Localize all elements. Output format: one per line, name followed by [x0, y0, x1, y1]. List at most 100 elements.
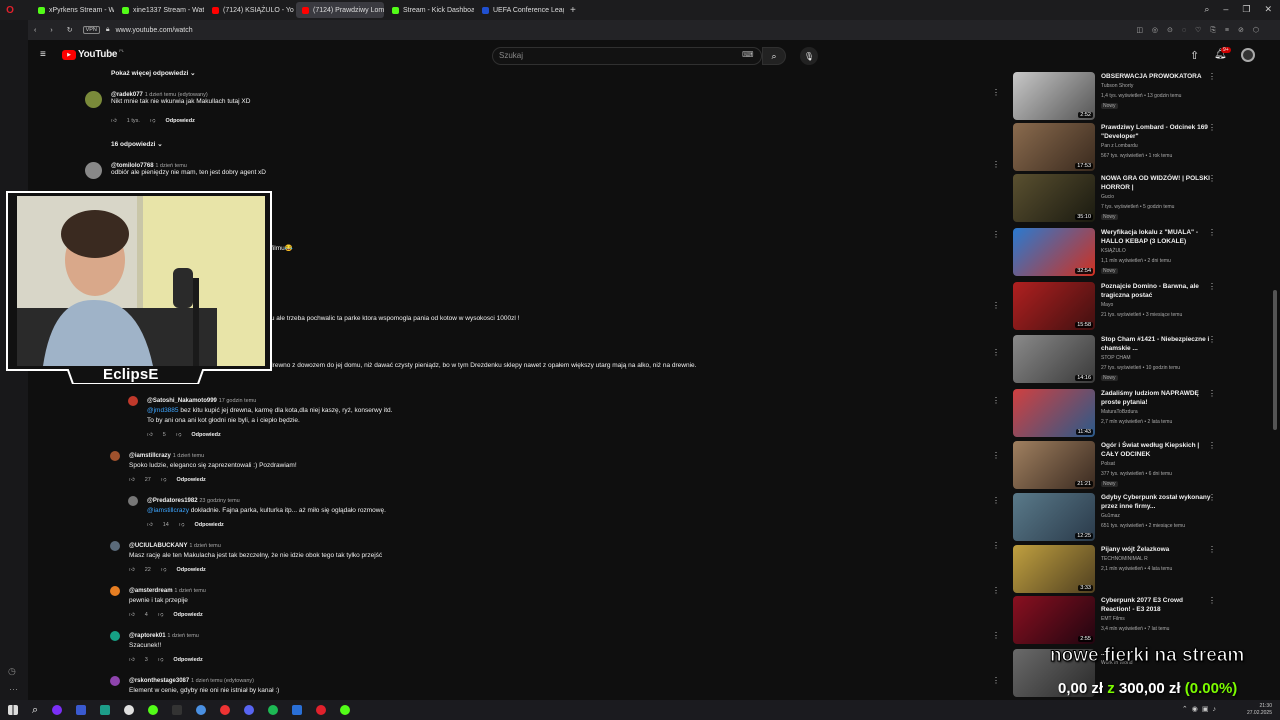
- browser-tab[interactable]: UEFA Conference League: [476, 2, 564, 18]
- more-options-icon[interactable]: ⋮: [992, 451, 1000, 460]
- channel-name[interactable]: Gu1maz: [1101, 513, 1120, 519]
- taskbar-app-icon[interactable]: [220, 705, 231, 715]
- system-tray-icons[interactable]: ⌃◉▣♪: [1182, 705, 1220, 713]
- opera-logo-icon[interactable]: O: [0, 5, 20, 16]
- avatar[interactable]: [85, 162, 102, 179]
- scrollbar-thumb[interactable]: [1273, 290, 1277, 430]
- more-options-icon[interactable]: ⋮: [992, 230, 1000, 239]
- more-options-icon[interactable]: ⋮: [1208, 545, 1216, 554]
- video-thumbnail[interactable]: 35:10: [1013, 174, 1095, 222]
- dislike-icon[interactable]: 👎︎: [161, 567, 167, 573]
- video-thumbnail[interactable]: 32:54: [1013, 228, 1095, 276]
- history-icon[interactable]: ◷: [8, 666, 16, 677]
- more-options-icon[interactable]: ⋮: [992, 301, 1000, 310]
- address-bar-extensions[interactable]: ◫◎⊙◌♡⎘≡⊘⬡: [1136, 26, 1268, 35]
- voice-search-button[interactable]: 🎙︎: [800, 47, 818, 65]
- like-icon[interactable]: 👍︎: [147, 522, 153, 528]
- channel-name[interactable]: KSIĄŻULO: [1101, 248, 1126, 254]
- recommended-video[interactable]: 2:55 Cyberpunk 2077 E3 Crowd Reaction! - …: [1010, 596, 1260, 646]
- avatar[interactable]: [110, 451, 120, 461]
- recommended-video[interactable]: 21:21 Ogór i Świat według Kiepskich | CAŁ…: [1010, 441, 1260, 491]
- video-thumbnail[interactable]: 2:52: [1013, 72, 1095, 120]
- comment-time[interactable]: 23 godziny temu: [199, 498, 239, 504]
- youtube-logo[interactable]: ▶ YouTube PL: [62, 48, 124, 60]
- like-icon[interactable]: 👍︎: [111, 118, 117, 124]
- video-thumbnail[interactable]: 15:58: [1013, 282, 1095, 330]
- browser-tab[interactable]: (7124) KSIĄŻULO - YouTu: [206, 2, 294, 18]
- reply-button[interactable]: Odpowiedz: [176, 567, 205, 573]
- windows-start-icon[interactable]: [8, 705, 18, 715]
- more-options-icon[interactable]: ⋮: [992, 631, 1000, 640]
- video-thumbnail[interactable]: 3:33: [1013, 545, 1095, 593]
- recommended-video[interactable]: 32:54 Weryfikacja lokalu z "MUALA" - HALL…: [1010, 228, 1260, 278]
- video-title[interactable]: OBSERWACJA PROWOKATORA: [1101, 72, 1213, 81]
- channel-name[interactable]: TECHNOMINIMAL R: [1101, 556, 1148, 562]
- new-tab-icon[interactable]: +: [570, 5, 576, 16]
- comment-author[interactable]: @Predatores1982: [147, 498, 198, 504]
- taskbar-app-icon[interactable]: [76, 705, 87, 715]
- search-tabs-icon[interactable]: ⌕: [1204, 4, 1209, 15]
- more-options-icon[interactable]: ⋮: [1208, 335, 1216, 344]
- like-icon[interactable]: 👍︎: [129, 477, 135, 483]
- more-options-icon[interactable]: ⋮: [1208, 441, 1216, 450]
- recommended-video[interactable]: 15:58 Poznajcie Domino - Barwna, ale trag…: [1010, 282, 1260, 332]
- video-title[interactable]: Zadaliśmy ludziom NAPRAWDĘ proste pytani…: [1101, 389, 1213, 407]
- back-icon[interactable]: ‹: [34, 27, 36, 34]
- like-icon[interactable]: 👍︎: [129, 567, 135, 573]
- more-options-icon[interactable]: ⋮: [992, 396, 1000, 405]
- avatar[interactable]: [110, 541, 120, 551]
- channel-name[interactable]: Gucio: [1101, 194, 1114, 200]
- close-window-icon[interactable]: ✕: [1264, 4, 1272, 15]
- like-icon[interactable]: 👍︎: [129, 612, 135, 618]
- recommended-video[interactable]: 35:10 NOWA GRA OD WIDZÓW! | POLSKI HORROR…: [1010, 174, 1260, 224]
- browser-tab[interactable]: xine1337 Stream - Watch: [116, 2, 204, 18]
- video-thumbnail[interactable]: 21:21: [1013, 441, 1095, 489]
- recommended-video[interactable]: 11:43 Zadaliśmy ludziom NAPRAWDĘ proste p…: [1010, 389, 1260, 439]
- taskbar-app-icon[interactable]: [196, 705, 207, 715]
- more-icon[interactable]: ⋯: [9, 684, 18, 695]
- comment-author[interactable]: @rskonthestage3087: [129, 678, 189, 684]
- maximize-icon[interactable]: ❐: [1242, 4, 1250, 15]
- video-thumbnail[interactable]: 11:43: [1013, 389, 1095, 437]
- more-options-icon[interactable]: ⋮: [992, 586, 1000, 595]
- recommended-video[interactable]: 2:52 OBSERWACJA PROWOKATORA Tubson Shorty 1…: [1010, 72, 1260, 122]
- comment-time[interactable]: 1 dzień temu (edytowany): [191, 678, 254, 684]
- video-title[interactable]: Cyberpunk 2077 E3 Crowd Reaction! - E3 2…: [1101, 596, 1213, 614]
- browser-tab[interactable]: Stream - Kick Dashboard: [386, 2, 474, 18]
- create-icon[interactable]: ⇧: [1190, 49, 1199, 62]
- avatar[interactable]: [85, 91, 102, 108]
- more-options-icon[interactable]: ⋮: [1208, 123, 1216, 132]
- video-title[interactable]: Gdyby Cyberpunk został wykonany przez in…: [1101, 493, 1213, 511]
- show-more-replies-button[interactable]: Pokaż więcej odpowiedzi ⌄: [111, 69, 196, 77]
- more-options-icon[interactable]: ⋮: [992, 496, 1000, 505]
- system-clock[interactable]: 21:30 27.02.2025: [1247, 703, 1272, 717]
- more-options-icon[interactable]: ⋮: [992, 676, 1000, 685]
- taskbar-search-icon[interactable]: ⌕: [32, 704, 38, 717]
- vpn-badge[interactable]: VPN: [82, 26, 100, 34]
- channel-name[interactable]: Polsat: [1101, 461, 1115, 467]
- recommended-video[interactable]: 17:53 Prawdziwy Lombard - Odcinek 169 "De…: [1010, 123, 1260, 173]
- more-options-icon[interactable]: ⋮: [1208, 389, 1216, 398]
- comment-time[interactable]: 1 dzień temu: [189, 543, 221, 549]
- more-options-icon[interactable]: ⋮: [1208, 493, 1216, 502]
- comment-author[interactable]: @raptorek01: [129, 633, 166, 639]
- browser-tab[interactable]: (7124) Prawdziwy Lomba: [296, 2, 384, 18]
- video-title[interactable]: Stop Cham #1421 - Niebezpieczne i chamsk…: [1101, 335, 1213, 353]
- forward-icon[interactable]: ›: [50, 27, 52, 34]
- channel-name[interactable]: Pan z Lombardu: [1101, 143, 1138, 149]
- dislike-icon[interactable]: 👎︎: [176, 432, 182, 438]
- taskbar-app-icon[interactable]: [316, 705, 327, 715]
- more-options-icon[interactable]: ⋮: [992, 348, 1000, 357]
- channel-name[interactable]: MaturaToBzdura: [1101, 409, 1138, 415]
- reload-icon[interactable]: ↻: [67, 26, 73, 34]
- avatar[interactable]: [110, 631, 120, 641]
- hamburger-menu-icon[interactable]: ≡: [40, 50, 49, 60]
- taskbar-app-icon[interactable]: [292, 705, 303, 715]
- reply-button[interactable]: Odpowiedz: [191, 432, 220, 438]
- recommended-video[interactable]: 3:33 Pijany wójt Żelazkowa TECHNOMINIMAL R…: [1010, 545, 1260, 595]
- avatar[interactable]: [110, 676, 120, 686]
- more-options-icon[interactable]: ⋮: [1208, 282, 1216, 291]
- more-options-icon[interactable]: ⋮: [992, 88, 1000, 97]
- video-title[interactable]: NOWA GRA OD WIDZÓW! | POLSKI HORROR |: [1101, 174, 1213, 192]
- more-options-icon[interactable]: ⋮: [1208, 72, 1216, 81]
